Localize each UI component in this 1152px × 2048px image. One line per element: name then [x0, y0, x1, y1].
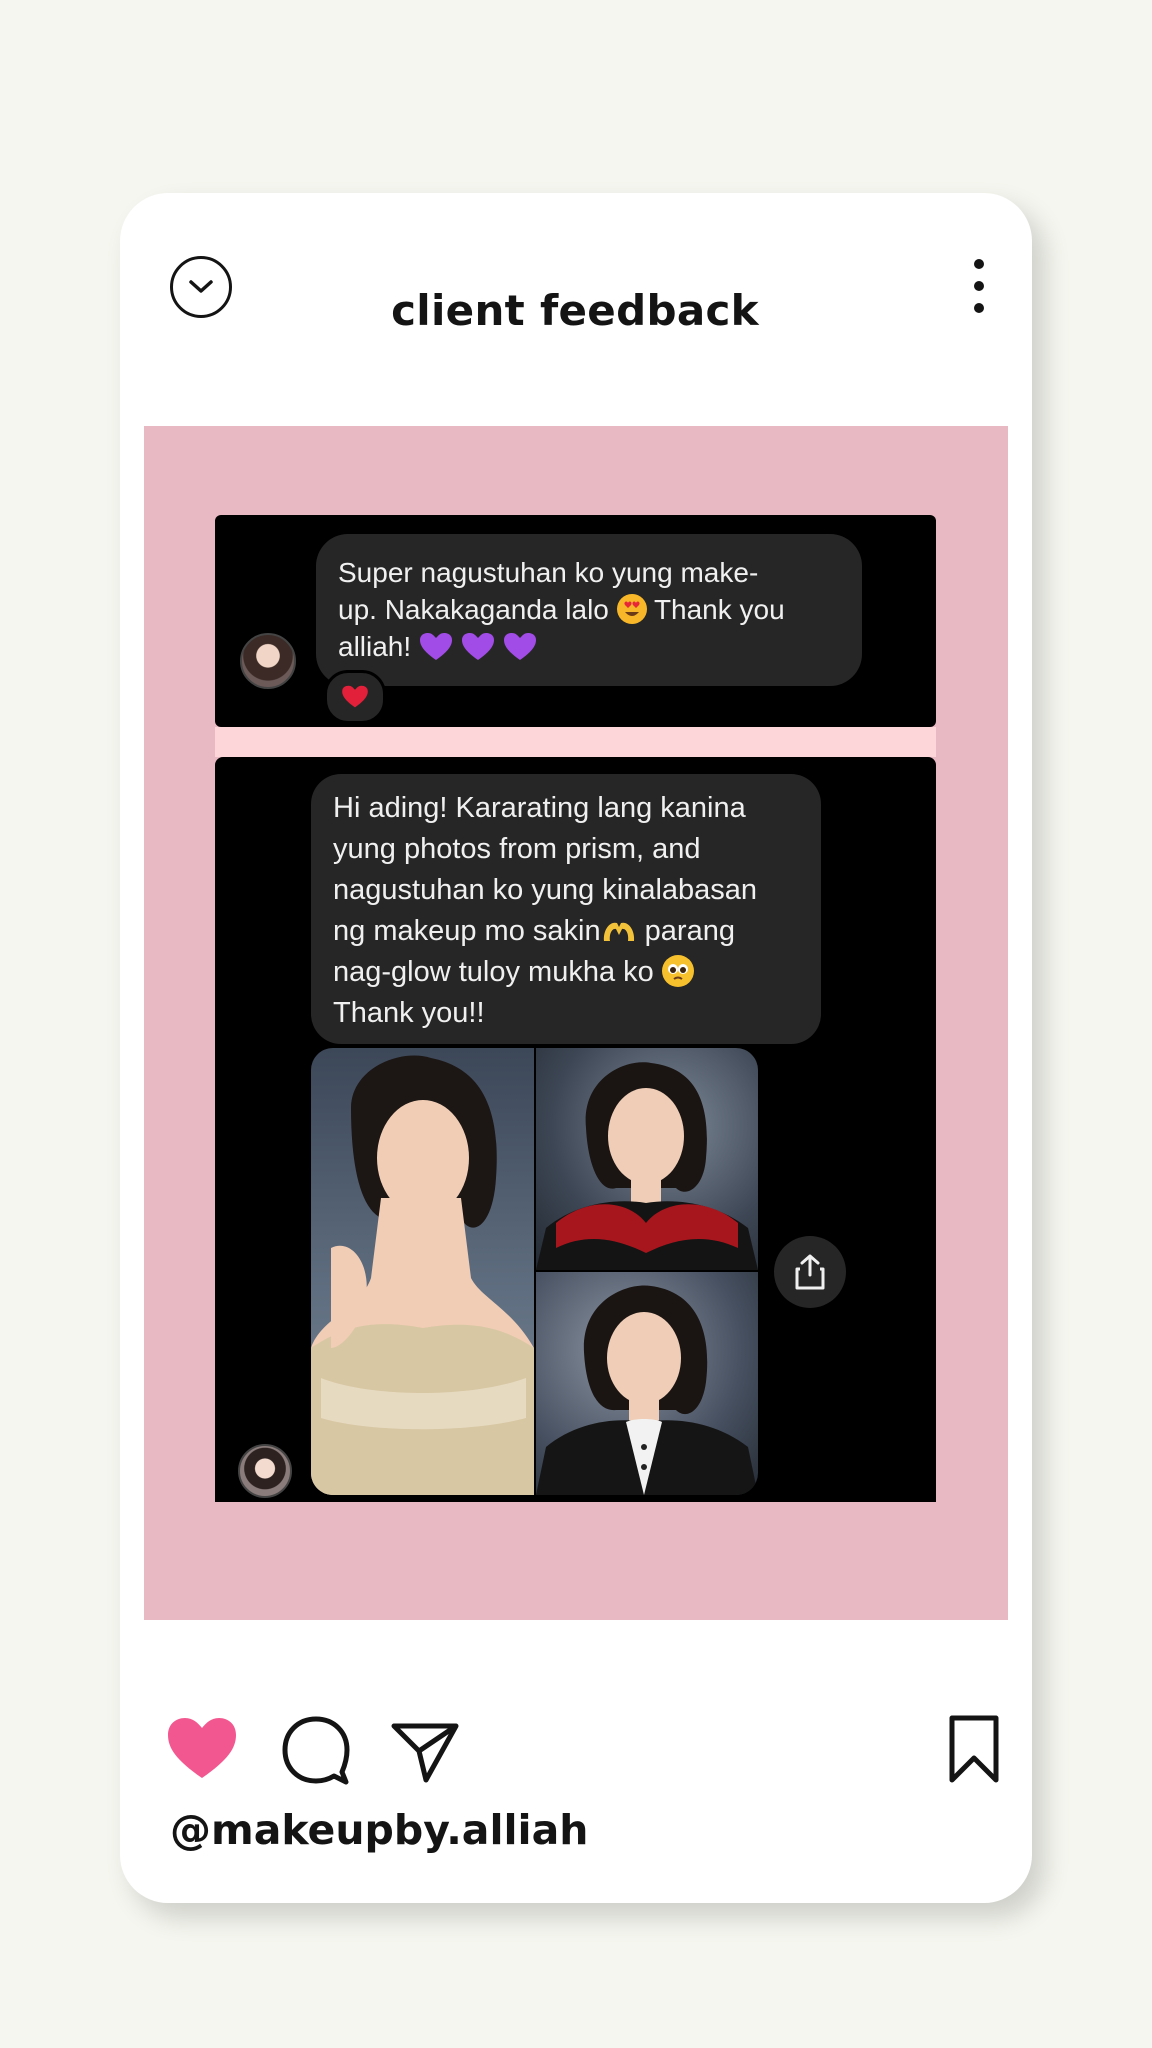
comment-icon[interactable]	[280, 1714, 352, 1786]
message-bubble-1: Super nagustuhan ko yung make- up. Nakak…	[316, 534, 862, 686]
bookmark-icon[interactable]	[948, 1714, 1000, 1784]
account-username[interactable]: @makeupby.alliah	[170, 1806, 588, 1854]
like-heart-icon[interactable]	[166, 1716, 238, 1782]
message-bubble-2: Hi ading! Kararating lang kanina yung ph…	[311, 774, 821, 1044]
message-text: nagustuhan ko yung kinalabasan	[333, 874, 758, 906]
sender-avatar	[240, 633, 296, 689]
sender-avatar	[238, 1444, 292, 1498]
message-text: up. Nakakaganda lalo	[338, 594, 609, 625]
reaction-badge[interactable]	[324, 670, 386, 724]
message-text: Hi ading! Kararating lang kanina	[333, 792, 746, 824]
purple-heart-icon	[503, 633, 536, 660]
heart-hands-emoji-icon	[603, 922, 634, 941]
photo-grid[interactable]	[311, 1048, 758, 1495]
share-icon[interactable]	[774, 1236, 846, 1308]
send-icon[interactable]	[390, 1718, 460, 1784]
message-text: ng makeup mo sakin	[333, 915, 601, 947]
purple-heart-icon	[419, 633, 452, 660]
portrait-photo-suit[interactable]	[536, 1272, 758, 1495]
heart-eyes-emoji-icon	[616, 594, 647, 624]
portrait-photo-toga[interactable]	[536, 1048, 758, 1270]
divider-strip	[215, 727, 936, 757]
message-text: nag-glow tuloy mukha ko	[333, 956, 654, 988]
more-options-icon[interactable]	[964, 256, 994, 320]
message-text: alliah!	[338, 631, 412, 662]
pleading-face-emoji-icon	[661, 955, 694, 987]
red-heart-icon	[342, 685, 368, 708]
message-text: parang	[644, 915, 735, 947]
post-title: client feedback	[391, 286, 759, 335]
portrait-photo-filipiniana[interactable]	[311, 1048, 534, 1495]
message-text: yung photos from prism, and	[333, 833, 701, 865]
purple-heart-icon	[461, 633, 494, 660]
chevron-down-icon[interactable]	[170, 256, 232, 318]
message-text: Super nagustuhan ko yung make-	[338, 557, 759, 588]
message-text: Thank you!!	[333, 997, 485, 1029]
message-text: Thank you	[653, 594, 785, 625]
